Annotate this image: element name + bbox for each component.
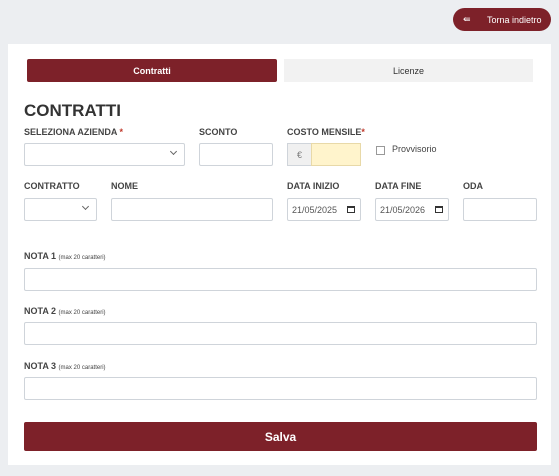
back-button[interactable]: ⇚ Torna indietro (453, 8, 551, 31)
costo-mensile-input[interactable] (311, 143, 361, 166)
required-mark: * (361, 127, 365, 137)
data-fine-value: 21/05/2026 (380, 204, 426, 215)
nota1-label-text: NOTA 1 (24, 251, 57, 261)
nota3-label: NOTA 3 (max 20 caratteri) (24, 361, 106, 371)
nota1-label: NOTA 1 (max 20 caratteri) (24, 251, 106, 261)
data-inizio-value: 21/05/2025 (292, 204, 338, 215)
chevron-down-icon (81, 202, 90, 211)
required-mark: * (119, 127, 124, 137)
nota2-input[interactable] (24, 322, 537, 345)
provvisorio-label: Provvisorio (392, 144, 437, 154)
sconto-input[interactable] (199, 143, 273, 166)
nota2-label: NOTA 2 (max 20 caratteri) (24, 306, 106, 316)
nota2-hint: (max 20 caratteri) (58, 310, 106, 316)
tab-licenze[interactable]: Licenze (284, 59, 533, 82)
currency-addon: € (287, 143, 311, 166)
oda-input[interactable] (463, 198, 537, 221)
tab-contratti[interactable]: Contratti (27, 59, 277, 82)
calendar-icon[interactable] (435, 206, 443, 213)
back-label: Torna indietro (487, 14, 542, 25)
nota1-hint: (max 20 caratteri) (58, 255, 106, 261)
data-fine-label: DATA FINE (375, 181, 422, 191)
calendar-icon[interactable] (347, 206, 355, 213)
page-title: CONTRATTI (24, 101, 121, 120)
nota3-hint: (max 20 caratteri) (58, 365, 106, 371)
data-fine-input[interactable]: 21/05/2026 (375, 198, 449, 221)
nome-input[interactable] (111, 198, 273, 221)
nota3-input[interactable] (24, 377, 537, 400)
data-inizio-input[interactable]: 21/05/2025 (287, 198, 361, 221)
data-inizio-label: DATA INIZIO (287, 181, 340, 191)
azienda-label-text: SELEZIONA AZIENDA (24, 127, 118, 137)
chevron-down-icon (169, 147, 178, 156)
costo-label: COSTO MENSILE* (287, 127, 365, 137)
sconto-label: SCONTO (199, 127, 238, 137)
azienda-label: SELEZIONA AZIENDA * (24, 127, 123, 137)
provvisorio-checkbox[interactable] (376, 146, 385, 155)
nota3-label-text: NOTA 3 (24, 361, 57, 371)
oda-label: ODA (463, 181, 483, 191)
nome-label: NOME (111, 181, 138, 191)
form-card: Contratti Licenze CONTRATTI SELEZIONA AZ… (8, 44, 551, 465)
contratto-select[interactable] (24, 198, 97, 221)
save-button[interactable]: Salva (24, 422, 537, 451)
azienda-select[interactable] (24, 143, 185, 166)
contratto-label: CONTRATTO (24, 181, 80, 191)
arrow-left-icon: ⇚ (463, 14, 471, 24)
nota1-input[interactable] (24, 268, 537, 291)
nota2-label-text: NOTA 2 (24, 306, 57, 316)
costo-label-text: COSTO MENSILE (287, 127, 362, 137)
